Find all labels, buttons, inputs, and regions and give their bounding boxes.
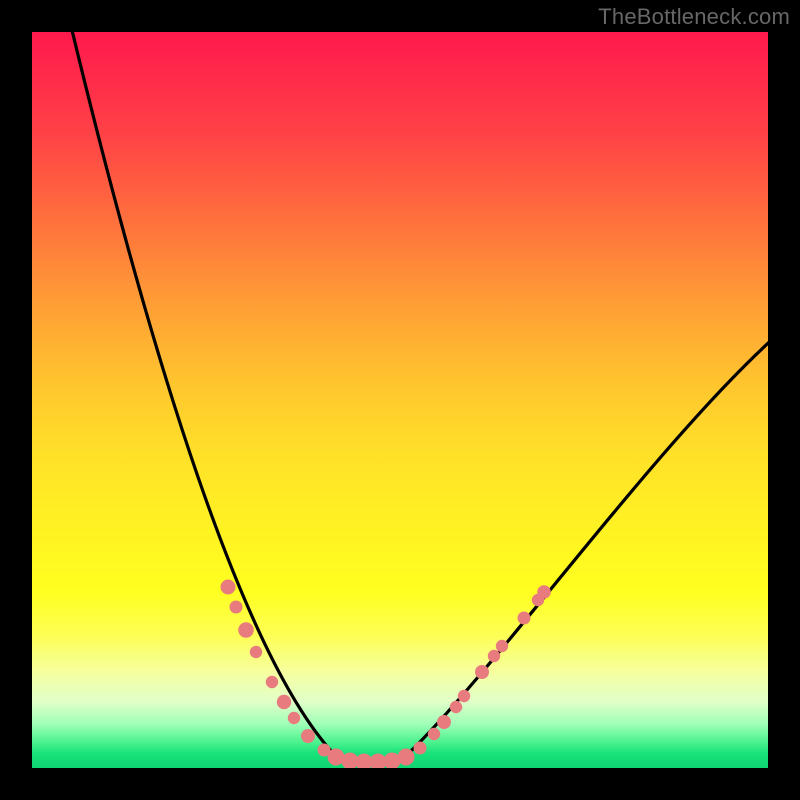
highlight-dots [221, 580, 551, 769]
highlight-dot [221, 580, 236, 595]
highlight-dot [450, 701, 462, 713]
highlight-dot [488, 650, 500, 662]
highlight-dot [458, 690, 470, 702]
highlight-dot [437, 715, 451, 729]
chart-frame: TheBottleneck.com [0, 0, 800, 800]
highlight-dot [301, 729, 315, 743]
plot-area [32, 32, 768, 768]
watermark-text: TheBottleneck.com [598, 4, 790, 30]
highlight-dot [518, 612, 531, 625]
highlight-dot [414, 742, 427, 755]
highlight-dot [428, 728, 440, 740]
bottleneck-curve-svg [32, 32, 768, 768]
highlight-dot [398, 749, 415, 766]
highlight-dot [496, 640, 508, 652]
highlight-dot [537, 585, 551, 599]
highlight-dot [250, 646, 262, 658]
highlight-dot [238, 622, 254, 638]
highlight-dot [277, 695, 291, 709]
highlight-dot [266, 676, 278, 688]
highlight-dot [288, 712, 300, 724]
bottleneck-curve [70, 32, 768, 763]
highlight-dot [230, 601, 243, 614]
highlight-dot [475, 665, 489, 679]
